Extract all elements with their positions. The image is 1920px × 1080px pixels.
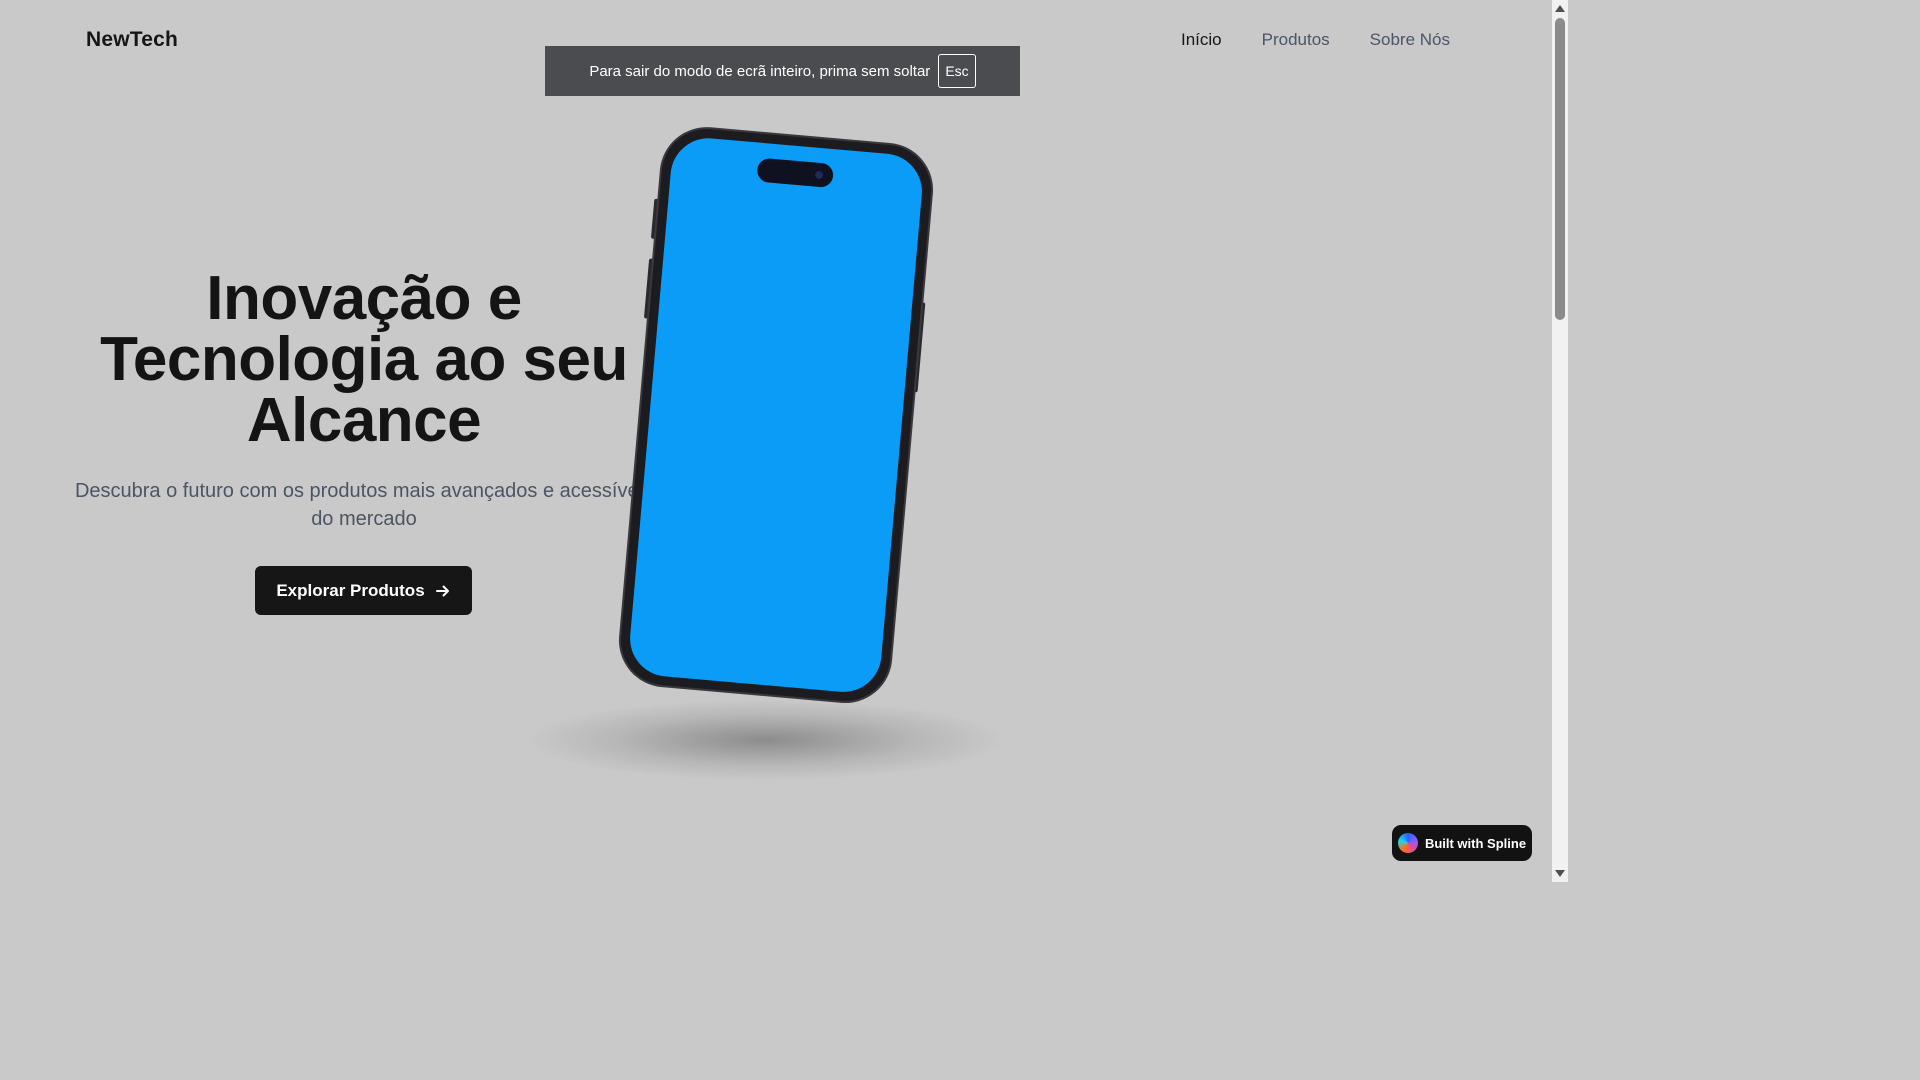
vertical-scrollbar[interactable] <box>1552 0 1568 882</box>
fullscreen-notice-text: Para sair do modo de ecrã inteiro, prima… <box>589 62 931 80</box>
main-nav: Início Produtos Sobre Nós <box>1181 30 1450 50</box>
page: NewTech Início Produtos Sobre Nós Inovaç… <box>0 0 1568 882</box>
built-with-spline-badge[interactable]: Built with Spline <box>1392 825 1532 861</box>
fullscreen-notice: Para sair do modo de ecrã inteiro, prima… <box>545 46 1020 96</box>
hero-title-line: Inovação e <box>206 264 522 333</box>
brand-logo[interactable]: NewTech <box>86 28 178 52</box>
explore-products-label: Explorar Produtos <box>276 580 425 600</box>
phone-screen <box>630 138 922 692</box>
arrow-right-icon <box>435 585 449 596</box>
phone-3d-model[interactable] <box>600 120 950 710</box>
nav-link-produtos[interactable]: Produtos <box>1262 30 1330 50</box>
scroll-down-arrow-icon[interactable] <box>1555 870 1565 877</box>
phone-illustration <box>618 127 934 704</box>
hero-subtitle-line: Descubra o futuro com os produtos mais a… <box>74 480 654 502</box>
hero-subtitle-line: do mercado <box>311 508 417 530</box>
scroll-up-arrow-icon[interactable] <box>1555 5 1565 12</box>
hero-subtitle: Descubra o futuro com os produtos mais a… <box>40 477 688 533</box>
hero-title: Inovação e Tecnologia ao seu Alcance <box>40 268 688 452</box>
nav-link-inicio[interactable]: Início <box>1181 30 1222 50</box>
built-with-spline-label: Built with Spline <box>1424 835 1527 851</box>
explore-products-button[interactable]: Explorar Produtos <box>255 566 472 615</box>
nav-link-sobre-nos[interactable]: Sobre Nós <box>1370 30 1450 50</box>
hero-title-line: Tecnologia ao seu <box>100 325 628 394</box>
esc-key-badge: Esc <box>938 54 976 88</box>
spline-logo-icon <box>1397 833 1418 853</box>
hero-title-line: Alcance <box>246 386 482 455</box>
scrollbar-thumb[interactable] <box>1555 18 1565 320</box>
phone-shadow <box>530 700 1000 780</box>
